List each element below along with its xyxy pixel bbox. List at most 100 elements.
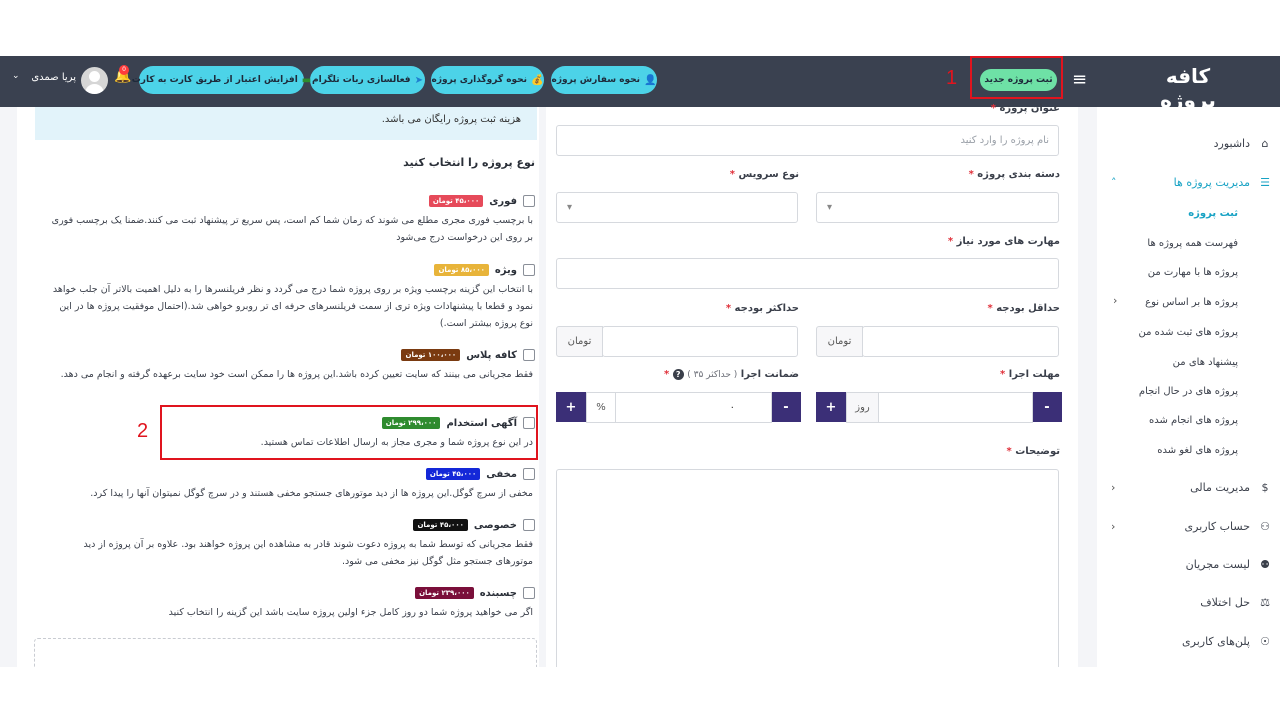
sidebar-sub-done[interactable]: پروژه های انجام شده	[1149, 411, 1238, 431]
option-name: کافه پلاس	[466, 349, 517, 361]
sidebar: ⌂ داشبورد ☰ مدیریت پروژه ها ˄ ثبت پروژه …	[1097, 107, 1280, 667]
skills-label-text: مهارت های مورد نیاز	[956, 236, 1060, 247]
chevron-down-icon[interactable]: ⌄	[12, 71, 20, 81]
option-description: اگر می خواهید پروژه شما دو روز کامل جزء …	[168, 607, 533, 618]
sidebar-sub-in-progress[interactable]: پروژه های در حال انجام	[1139, 382, 1238, 402]
price-badge: ۱۰۰،۰۰۰ تومان	[401, 349, 461, 361]
avatar[interactable]	[81, 67, 108, 94]
project-form: عنوان پروژه * نام پروژه را وارد کنید دست…	[546, 103, 1078, 667]
chevron-up-icon: ˄	[1111, 175, 1117, 189]
min-budget-input[interactable]	[862, 326, 1059, 357]
guarantee-plus-button[interactable]: +	[556, 392, 586, 422]
service-label: نوع سرویس *	[730, 169, 799, 180]
max-budget-currency: تومان	[556, 326, 603, 357]
required-mark: *	[729, 169, 736, 180]
guarantee-minus-button[interactable]: -	[771, 392, 801, 422]
service-select[interactable]	[556, 192, 798, 223]
price-badge: ۴۵،۰۰۰ تومان	[428, 195, 484, 207]
guarantee-input[interactable]: ۰	[615, 392, 772, 423]
sidebar-item-account[interactable]: ⚇ حساب کاربری ‹	[1097, 512, 1280, 540]
project-type-title: نوع پروژه را انتخاب کنید	[403, 156, 535, 169]
how-to-order-button[interactable]: 👤 نحوه سفارش پروژه	[551, 66, 657, 94]
skills-input[interactable]	[556, 258, 1059, 289]
chevron-left-icon: ‹	[1111, 519, 1116, 533]
help-icon[interactable]: ?	[672, 369, 684, 380]
increase-credit-label: افزایش اعتبار از طریق کارت به کارت	[131, 75, 298, 85]
site-logo[interactable]: کافه پروژه	[1152, 64, 1224, 112]
list-icon: ☰	[1260, 175, 1270, 189]
option-hidden: مخفی ۴۵،۰۰۰ تومان مخفی از سرچ گوگل.این پ…	[45, 465, 535, 502]
featured-checkbox[interactable]	[523, 264, 535, 276]
sidebar-item-freelancers[interactable]: ⚉ لیست مجریان	[1097, 550, 1280, 578]
telegram-bot-button[interactable]: ➤ فعالسازی ربات تلگرام	[310, 66, 425, 94]
price-badge: ۴۵،۰۰۰ تومان	[413, 519, 468, 531]
description-label: توضیحات *	[1007, 446, 1061, 457]
title-label: عنوان پروژه *	[991, 103, 1060, 114]
private-checkbox[interactable]	[523, 519, 535, 531]
option-urgent: فوری ۴۵،۰۰۰ تومان با برچسب فوری مجری مطل…	[45, 192, 535, 246]
required-mark: *	[1000, 369, 1006, 380]
min-budget-label: حداقل بودجه *	[987, 303, 1060, 314]
sidebar-sub-cancelled[interactable]: پروژه های لغو شده	[1157, 441, 1238, 461]
cafe-plus-checkbox[interactable]	[523, 349, 535, 361]
sidebar-item-label: مدیریت پروژه ها	[1173, 175, 1250, 189]
sticky-checkbox[interactable]	[523, 587, 535, 599]
sidebar-sub-my-bids[interactable]: پیشنهاد های من	[1173, 353, 1238, 373]
annotation-number-1: 1	[946, 67, 958, 89]
notification-badge: 0	[119, 65, 129, 75]
description-textarea[interactable]	[556, 469, 1059, 667]
required-mark: *	[968, 169, 974, 180]
user-name[interactable]: پریا صمدی	[30, 72, 76, 83]
free-notice: هزینه ثبت پروژه رایگان می باشد.	[35, 107, 537, 140]
sidebar-sub-my-skills[interactable]: پروژه ها با مهارت من	[1148, 263, 1238, 283]
telegram-bot-label: فعالسازی ربات تلگرام	[312, 75, 411, 85]
top-bar: کافه پروژه ≡ ثبت پروژه جدید 👤 نحوه سفارش…	[0, 56, 1280, 112]
annotation-number-2: 2	[137, 420, 149, 442]
deadline-minus-button[interactable]: -	[1032, 392, 1062, 422]
escrow-guide-label: نحوه گروگذاری پروژه	[431, 75, 528, 85]
deadline-plus-button[interactable]: +	[816, 392, 846, 422]
increase-credit-button[interactable]: ▬ افزایش اعتبار از طریق کارت به کارت	[132, 66, 311, 94]
max-budget-input[interactable]	[602, 326, 798, 357]
annotation-box-1	[970, 56, 1063, 99]
sidebar-sub-by-type[interactable]: پروژه ها بر اساس نوع	[1145, 293, 1238, 313]
sidebar-sub-new-project[interactable]: ثبت پروژه	[1188, 204, 1238, 224]
option-description: فقط مجریانی می بینند که سایت تعیین کرده …	[60, 369, 533, 380]
option-private: خصوصی ۴۵،۰۰۰ تومان فقط مجریانی که توسط ش…	[45, 516, 535, 570]
user-icon: ⚇	[1260, 519, 1270, 533]
required-mark: *	[1006, 446, 1012, 457]
cash-icon: ▬	[301, 74, 312, 86]
required-mark: *	[947, 236, 954, 247]
description-label-text: توضیحات	[1015, 446, 1060, 457]
deadline-input[interactable]	[878, 392, 1033, 423]
hidden-checkbox[interactable]	[523, 468, 535, 480]
sidebar-item-dashboard[interactable]: ⌂ داشبورد	[1097, 129, 1280, 157]
sidebar-sub-my-registered[interactable]: پروژه های ثبت شده من	[1138, 323, 1238, 343]
escrow-guide-button[interactable]: 💰 نحوه گروگذاری پروژه	[431, 66, 544, 94]
option-description: با انتخاب این گزینه برچسب ویژه بر روی پر…	[52, 284, 533, 329]
person-icon: 👤	[644, 74, 657, 86]
sidebar-item-project-management[interactable]: ☰ مدیریت پروژه ها ˄	[1097, 168, 1280, 196]
sidebar-sub-all-projects[interactable]: فهرست همه پروژه ها	[1147, 234, 1238, 254]
upload-area[interactable]	[34, 638, 537, 667]
guarantee-hint: ( حداکثر ۳۵ )	[687, 370, 738, 380]
sidebar-item-dispute[interactable]: ⚖ حل اختلاف	[1097, 588, 1280, 616]
scale-icon: ⚖	[1260, 595, 1270, 609]
price-badge: ۲۳۹،۰۰۰ تومان	[415, 587, 474, 599]
urgent-checkbox[interactable]	[523, 195, 535, 207]
skills-label: مهارت های مورد نیاز *	[948, 236, 1060, 247]
required-mark: *	[664, 369, 670, 380]
option-name: مخفی	[486, 468, 517, 480]
sidebar-item-financial[interactable]: $ مدیریت مالی ‹	[1097, 473, 1280, 501]
annotation-box-2	[160, 405, 538, 460]
medal-icon: ☉	[1260, 634, 1270, 648]
title-label-text: عنوان پروژه	[999, 103, 1060, 114]
category-select[interactable]	[816, 192, 1059, 223]
dollar-icon: $	[1261, 480, 1269, 494]
how-to-order-label: نحوه سفارش پروژه	[551, 75, 641, 85]
sidebar-item-plans[interactable]: ☉ پلن‌های کاربری	[1097, 627, 1280, 655]
menu-toggle-icon[interactable]: ≡	[1072, 70, 1090, 92]
title-input[interactable]: نام پروژه را وارد کنید	[556, 125, 1059, 156]
category-label: دسته بندی پروژه *	[969, 169, 1060, 180]
max-budget-label-text: حداکثر بودجه	[734, 303, 799, 314]
